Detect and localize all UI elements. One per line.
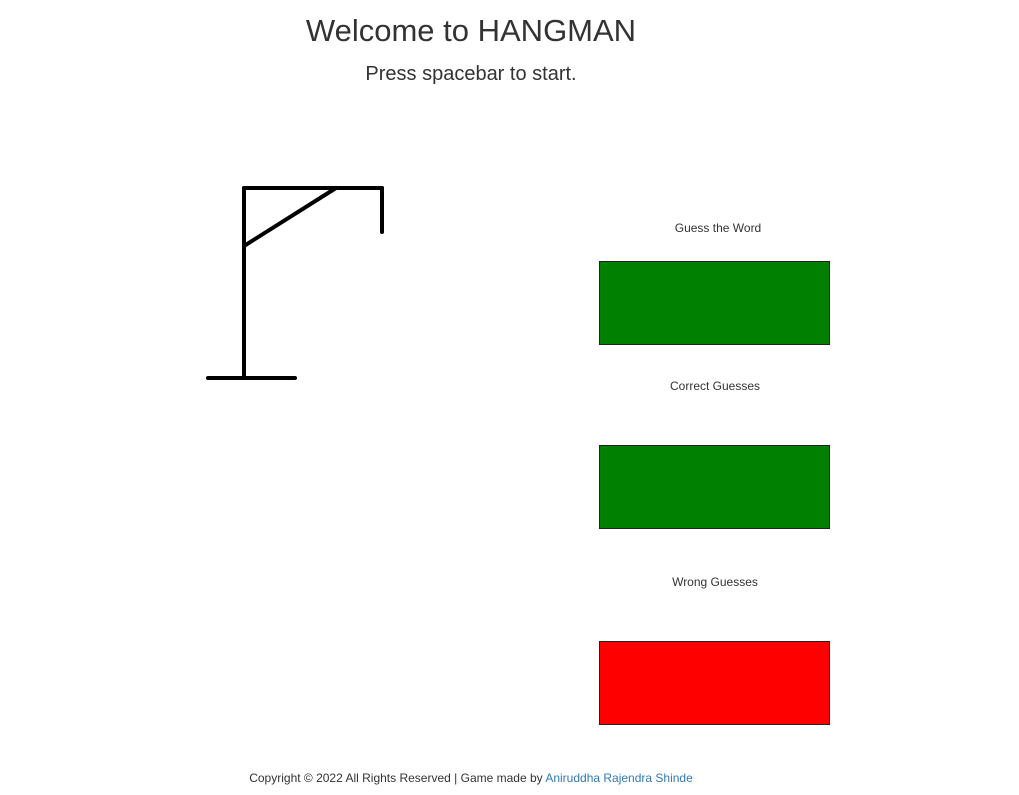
author-link[interactable]: Aniruddha Rajendra Shinde [545, 771, 692, 785]
wrong-guesses-box [599, 641, 830, 725]
hangman-page: Welcome to HANGMAN Press spacebar to sta… [0, 0, 1019, 795]
guess-word-box [599, 261, 830, 345]
copyright-text: Copyright © 2022 All Rights Reserved | G… [249, 771, 543, 785]
correct-guesses-box [599, 445, 830, 529]
guess-word-label: Guess the Word [674, 221, 762, 235]
footer: Copyright © 2022 All Rights Reserved | G… [0, 771, 942, 785]
wrong-guesses-label: Wrong Guesses [672, 575, 758, 589]
gallows-drawing [206, 186, 384, 380]
correct-guesses-label: Correct Guesses [669, 379, 761, 393]
gallows-support [242, 186, 338, 248]
